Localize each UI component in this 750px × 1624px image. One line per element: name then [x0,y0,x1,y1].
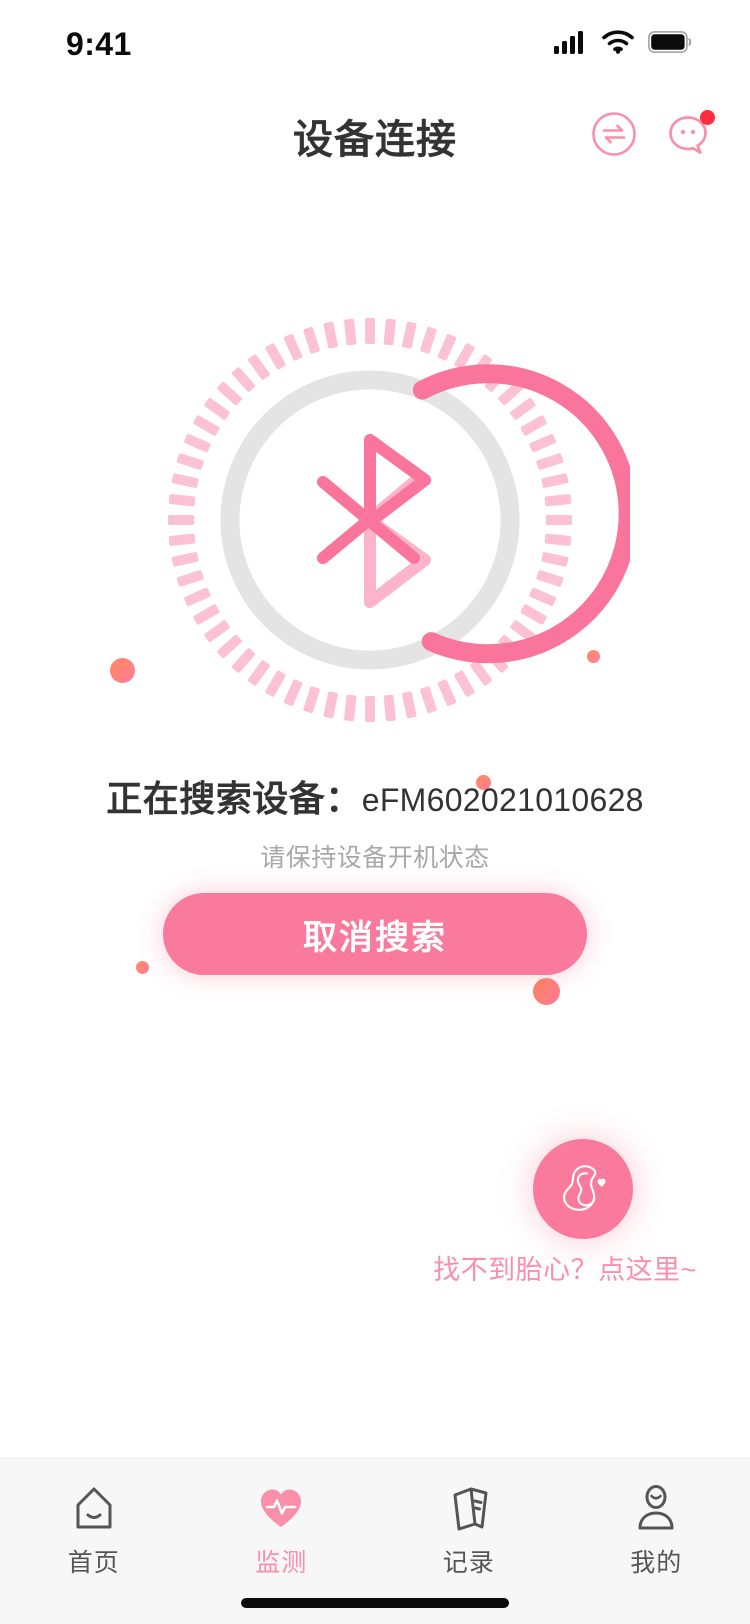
keep-device-on-hint: 请保持设备开机状态 [0,838,750,874]
navigation-bar: 设备连接 [0,88,750,184]
tab-monitor-label: 监测 [255,1543,307,1579]
fetus-heart-icon [547,1151,619,1228]
decor-dot-top-right [587,650,600,663]
searching-status: 正在搜索设备： eFM602021010628 [0,770,750,822]
tab-mine-label: 我的 [630,1543,682,1579]
cancel-search-button[interactable]: 取消搜索 [163,893,587,975]
home-indicator [241,1598,509,1608]
tab-monitor[interactable]: 监测 [188,1459,376,1579]
bluetooth-scan-graphic [120,290,630,750]
transfer-switch-button[interactable] [588,110,640,162]
fetal-heart-hint-text[interactable]: 找不到胎心？点这里~ [400,1248,730,1287]
status-bar-time: 9:41 [66,28,132,60]
tab-records[interactable]: 记录 [375,1459,563,1579]
decor-dot-bottom-left [136,961,149,974]
battery-icon [648,31,692,58]
bluetooth-icon [323,438,425,602]
fetal-heart-help-button[interactable] [533,1139,633,1239]
chat-unread-badge [700,110,715,125]
decor-dot-bottom-right [533,978,560,1005]
tab-home[interactable]: 首页 [0,1459,188,1579]
decor-dot-top-left [110,658,135,683]
wifi-icon [602,30,634,59]
status-bar: 9:41 [0,0,750,88]
transfer-switch-icon [590,110,638,163]
device-name-value: eFM602021010628 [362,782,644,819]
cellular-signal-icon [554,30,588,59]
tab-home-label: 首页 [68,1543,120,1579]
home-icon [69,1483,119,1533]
nav-actions [588,88,714,184]
records-icon [444,1483,494,1533]
status-bar-icons [554,30,692,59]
searching-label: 正在搜索设备： [106,770,362,822]
heartbeat-icon [256,1483,306,1533]
bluetooth-scanner [0,290,750,750]
tab-mine[interactable]: 我的 [563,1459,750,1579]
tab-records-label: 记录 [443,1543,495,1579]
person-icon [631,1483,681,1533]
chat-bubble-button[interactable] [662,110,714,162]
